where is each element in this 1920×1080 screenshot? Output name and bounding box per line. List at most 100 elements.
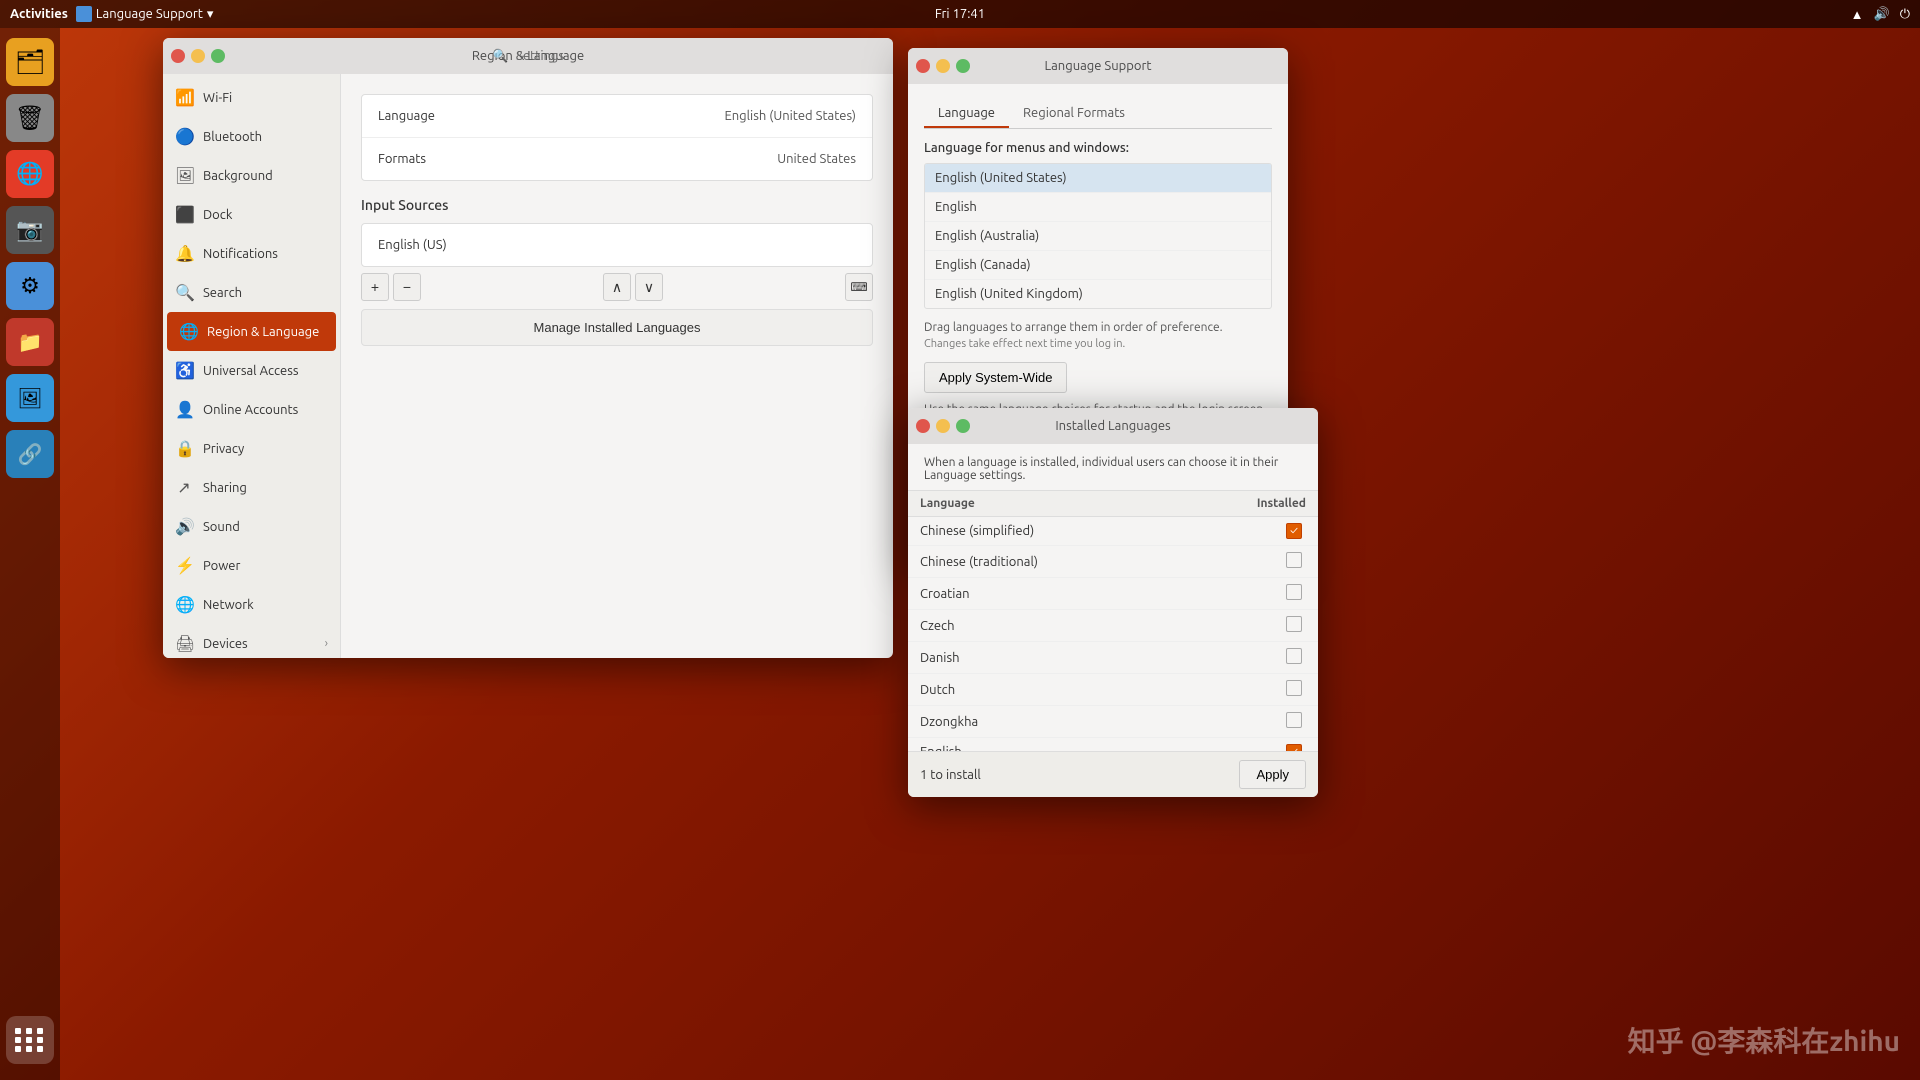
activities-button[interactable]: Activities <box>10 7 68 21</box>
dock-item-files[interactable]: 🗂 <box>6 38 54 86</box>
keyboard-preview-button[interactable]: ⌨ <box>845 273 873 301</box>
sidebar-label-sharing: Sharing <box>203 481 247 495</box>
devices-arrow-icon: › <box>325 637 328 650</box>
lang-item-english-uk[interactable]: English (United Kingdom) <box>925 280 1271 308</box>
sidebar-label-search: Search <box>203 286 242 300</box>
sidebar-item-search[interactable]: 🔍 Search <box>163 273 340 312</box>
installed-lang-checkbox[interactable]: ✓ <box>1286 523 1302 539</box>
installed-lang-row[interactable]: Chinese (traditional) <box>908 546 1318 578</box>
dock-item-trash[interactable]: 🗑 <box>6 94 54 142</box>
dock-item-network[interactable]: 🔗 <box>6 430 54 478</box>
sidebar-item-privacy[interactable]: 🔒 Privacy <box>163 429 340 468</box>
settings-search-icon[interactable]: 🔍 <box>492 49 508 64</box>
dock-item-chrome[interactable]: 🌐 <box>6 150 54 198</box>
lang-item-english-ca[interactable]: English (Canada) <box>925 251 1271 280</box>
settings-minimize-button[interactable] <box>191 49 205 63</box>
installed-lang-name: Dzongkha <box>908 706 1179 738</box>
lang-item-english[interactable]: English <box>925 193 1271 222</box>
installed-lang-name: English <box>908 738 1179 752</box>
topbar: Activities Language Support ▾ Fri 17:41 … <box>0 0 1920 28</box>
formats-row-label: Formats <box>378 152 777 166</box>
installed-lang-checkbox[interactable]: ✓ <box>1286 744 1302 751</box>
sound-sidebar-icon: 🔊 <box>175 517 193 536</box>
installed-minimize-button[interactable] <box>936 419 950 433</box>
lang-support-minimize-button[interactable] <box>936 59 950 73</box>
manage-installed-languages-button[interactable]: Manage Installed Languages <box>361 309 873 346</box>
sidebar-label-bluetooth: Bluetooth <box>203 130 262 144</box>
sidebar-item-power[interactable]: ⚡ Power <box>163 546 340 585</box>
sidebar-item-sharing[interactable]: ↗ Sharing <box>163 468 340 507</box>
sidebar-label-devices: Devices <box>203 637 248 651</box>
topbar-app[interactable]: Language Support ▾ <box>76 6 214 22</box>
installed-apply-button[interactable]: Apply <box>1239 760 1306 789</box>
language-row[interactable]: Language English (United States) <box>362 95 872 138</box>
search-sidebar-icon: 🔍 <box>175 283 193 302</box>
installed-lang-check-cell <box>1179 674 1318 706</box>
power-icon[interactable]: ⏻ <box>1900 7 1910 22</box>
installed-lang-checkbox[interactable] <box>1286 648 1302 664</box>
lang-support-maximize-button[interactable] <box>956 59 970 73</box>
settings-content: Language English (United States) Formats… <box>341 74 893 658</box>
dock-sidebar-icon: ⬛ <box>175 205 193 224</box>
installed-lang-row[interactable]: English ✓ <box>908 738 1318 752</box>
installed-lang-check-cell <box>1179 546 1318 578</box>
installed-lang-name: Czech <box>908 610 1179 642</box>
installed-lang-checkbox[interactable] <box>1286 552 1302 568</box>
speaker-icon: 🔊 <box>1874 7 1890 22</box>
network-sidebar-icon: 🌐 <box>175 595 193 614</box>
sidebar-item-devices[interactable]: 🖨 Devices › <box>163 624 340 658</box>
sidebar-item-bluetooth[interactable]: 🔵 Bluetooth <box>163 117 340 156</box>
remove-input-source-button[interactable]: − <box>393 273 421 301</box>
sidebar-item-network[interactable]: 🌐 Network <box>163 585 340 624</box>
language-row-label: Language <box>378 109 724 123</box>
installed-lang-check-cell <box>1179 578 1318 610</box>
installed-lang-row[interactable]: Dzongkha <box>908 706 1318 738</box>
settings-sidebar: 📶 Wi-Fi 🔵 Bluetooth 🖼 Background ⬛ Dock … <box>163 74 341 658</box>
lang-item-english-us[interactable]: English (United States) <box>925 164 1271 193</box>
installed-lang-check-cell <box>1179 642 1318 674</box>
settings-close-button[interactable] <box>171 49 185 63</box>
add-input-source-button[interactable]: + <box>361 273 389 301</box>
dock-item-toshiba[interactable]: 📁 <box>6 318 54 366</box>
installed-lang-checkbox[interactable] <box>1286 712 1302 728</box>
installed-lang-row[interactable]: Chinese (simplified)✓ <box>908 517 1318 546</box>
settings-maximize-button[interactable] <box>211 49 225 63</box>
installed-lang-row[interactable]: Dutch <box>908 674 1318 706</box>
installed-lang-row[interactable]: Czech <box>908 610 1318 642</box>
region-sidebar-icon: 🌐 <box>179 322 197 341</box>
sidebar-item-notifications[interactable]: 🔔 Notifications <box>163 234 340 273</box>
sidebar-item-dock[interactable]: ⬛ Dock <box>163 195 340 234</box>
installed-lang-checkbox[interactable] <box>1286 616 1302 632</box>
sidebar-item-sound[interactable]: 🔊 Sound <box>163 507 340 546</box>
installed-lang-check-cell: ✓ <box>1179 517 1318 546</box>
installed-lang-row[interactable]: Croatian <box>908 578 1318 610</box>
dock-item-camera[interactable]: 📷 <box>6 206 54 254</box>
lang-support-close-button[interactable] <box>916 59 930 73</box>
dock: 🗂 🗑 🌐 📷 ⚙ 📁 🖼 🔗 <box>0 28 60 1080</box>
sidebar-item-background[interactable]: 🖼 Background <box>163 156 340 195</box>
installed-maximize-button[interactable] <box>956 419 970 433</box>
sidebar-item-wifi[interactable]: 📶 Wi-Fi <box>163 78 340 117</box>
move-input-source-up-button[interactable]: ∧ <box>603 273 631 301</box>
col-installed-header: Installed <box>1179 491 1318 517</box>
dock-item-image[interactable]: 🖼 <box>6 374 54 422</box>
grid-dots-icon <box>15 1028 45 1052</box>
sidebar-item-region[interactable]: 🌐 Region & Language <box>167 312 336 351</box>
app-grid-button[interactable] <box>6 1016 54 1064</box>
apply-system-wide-button[interactable]: Apply System-Wide <box>924 362 1067 393</box>
installed-lang-checkbox[interactable] <box>1286 680 1302 696</box>
move-input-source-down-button[interactable]: ∨ <box>635 273 663 301</box>
wifi-sidebar-icon: 📶 <box>175 88 193 107</box>
tab-language[interactable]: Language <box>924 100 1009 128</box>
tab-regional-formats[interactable]: Regional Formats <box>1009 100 1139 128</box>
formats-row[interactable]: Formats United States <box>362 138 872 180</box>
dock-item-settings[interactable]: ⚙ <box>6 262 54 310</box>
sidebar-label-wifi: Wi-Fi <box>203 91 232 105</box>
lang-item-english-au[interactable]: English (Australia) <box>925 222 1271 251</box>
installed-lang-row[interactable]: Danish <box>908 642 1318 674</box>
installed-lang-checkbox[interactable] <box>1286 584 1302 600</box>
installed-close-button[interactable] <box>916 419 930 433</box>
sidebar-item-universal[interactable]: ♿ Universal Access <box>163 351 340 390</box>
topbar-right: ▲ 🔊 ⏻ <box>1851 7 1910 22</box>
sidebar-item-online[interactable]: 👤 Online Accounts <box>163 390 340 429</box>
